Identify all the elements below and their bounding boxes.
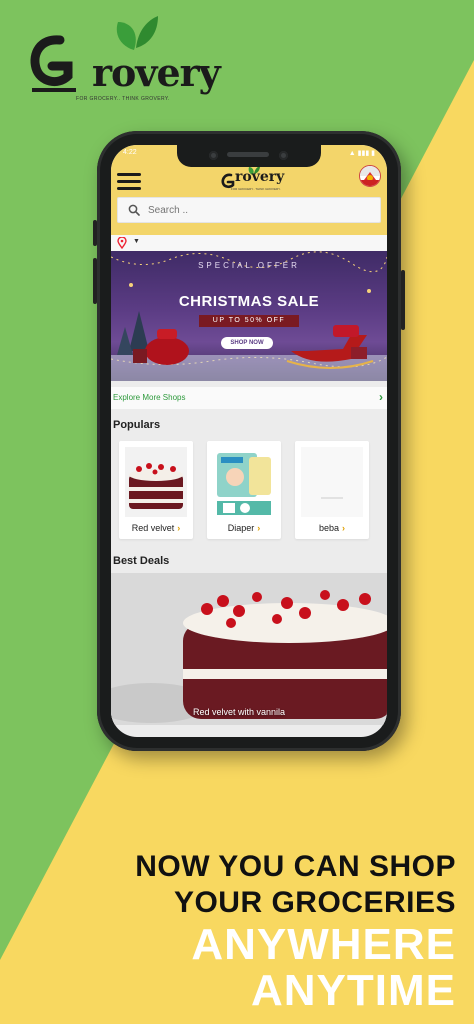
best-deal-cake-image (111, 573, 387, 725)
banner-title: CHRISTMAS SALE (178, 293, 320, 310)
diaper-pack-image (213, 447, 275, 517)
status-time: 4:22 (123, 149, 137, 156)
chevron-right-icon: › (342, 523, 346, 533)
banner-pagination[interactable] (239, 375, 259, 379)
hamburger-icon[interactable] (117, 171, 141, 191)
search-icon (128, 204, 140, 216)
search-bar[interactable] (117, 197, 381, 223)
popular-item-label: Diaper › (207, 523, 281, 533)
status-icons: ▲ ▮▮▮ ▮ (348, 150, 375, 157)
app-logo-tagline: FOR GROCERY.. THINK GROVERY. (231, 187, 281, 191)
phone-notch (177, 145, 321, 167)
search-input[interactable] (148, 198, 368, 222)
popular-item-label: Red velvet › (119, 523, 193, 533)
app-logo: rovery (235, 169, 284, 185)
app-logo-text: rovery (235, 169, 285, 185)
best-deals-title: Best Deals (113, 555, 170, 567)
earpiece-speaker (227, 152, 269, 157)
phone-side-button (93, 220, 97, 246)
location-bar[interactable]: ▼ (111, 235, 387, 251)
phone-side-button (93, 258, 97, 304)
chevron-right-icon: › (379, 390, 383, 404)
best-deal-caption: Red velvet with vannila (193, 707, 286, 717)
banner-discount: UP TO 50% OFF (199, 315, 299, 327)
explore-label: Explore More Shops (113, 393, 186, 402)
populars-title: Populars (113, 419, 161, 431)
brand-tagline: FOR GROCERY.. THINK GROVERY. (76, 96, 170, 102)
flag-emblem-icon (360, 166, 380, 186)
brand-wordmark: rovery (92, 50, 221, 95)
explore-more-shops-link[interactable]: Explore More Shops › (111, 387, 387, 409)
headline-line-2: YOUR GROCERIES (173, 886, 456, 919)
popular-item-name: beba (318, 523, 340, 533)
best-deal-card[interactable]: Red velvet with vannila (111, 573, 387, 725)
phone-screen: 4:22 ▲ ▮▮▮ ▮ rovery FOR GROCERY.. THINK … (111, 145, 387, 737)
location-chevron-down-icon[interactable]: ▼ (133, 238, 140, 245)
banner-eyebrow: SPECIAL OFFER (198, 261, 300, 270)
red-velvet-cake-image (125, 447, 187, 517)
popular-card-diaper[interactable]: Diaper › (207, 441, 281, 539)
language-flag-icon[interactable] (359, 165, 381, 187)
logo-g-mark-icon (30, 35, 76, 92)
popular-card-beba[interactable]: beba › (295, 441, 369, 539)
chevron-right-icon: › (257, 523, 261, 533)
headline-line-4: ANYTIME (251, 966, 456, 1015)
location-pin-icon (117, 237, 127, 249)
popular-item-name: Red velvet (131, 523, 175, 533)
popular-card-red-velvet[interactable]: Red velvet › (119, 441, 193, 539)
chevron-right-icon: › (177, 523, 181, 533)
front-camera-icon (209, 151, 218, 160)
promo-banner[interactable]: SPECIAL OFFER CHRISTMAS SALE UP TO 50% O… (111, 251, 387, 381)
front-sensor-icon (279, 151, 288, 160)
leaf-icon (116, 16, 158, 50)
phone-side-button (401, 270, 405, 330)
popular-item-name: Diaper (227, 523, 255, 533)
headline-line-1: NOW YOU CAN SHOP (135, 850, 456, 883)
brand-logo: rovery FOR GROCERY.. THINK GROVERY. (26, 14, 221, 104)
banner-shop-now-button[interactable]: SHOP NOW (221, 337, 273, 349)
beba-product-image (301, 447, 363, 517)
popular-item-label: beba › (295, 523, 369, 533)
headline-line-3: ANYWHERE (191, 920, 456, 969)
